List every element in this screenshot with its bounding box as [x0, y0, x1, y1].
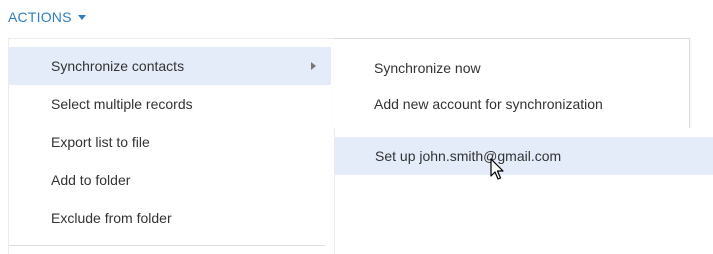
menu-divider — [9, 245, 325, 246]
caret-down-icon — [77, 15, 86, 20]
submenu-item-set-up-account[interactable]: Set up john.smith@gmail.com — [335, 137, 713, 175]
actions-label: ACTIONS — [8, 9, 72, 25]
submenu-item-label: Synchronize now — [374, 60, 481, 76]
synchronize-submenu: Synchronize now Add new account for sync… — [334, 38, 690, 130]
menu-item-export-list-to-file[interactable]: Export list to file — [9, 123, 331, 161]
submenu-item-label: Add new account for synchronization — [374, 96, 603, 112]
menu-item-label: Exclude from folder — [51, 210, 172, 226]
submenu-item-label: Set up john.smith@gmail.com — [375, 148, 562, 164]
menu-item-label: Synchronize contacts — [51, 58, 185, 74]
chevron-right-icon — [311, 62, 316, 70]
actions-dropdown-button[interactable]: ACTIONS — [8, 6, 86, 28]
submenu-item-synchronize-now[interactable]: Synchronize now — [334, 50, 689, 86]
menu-item-add-to-folder[interactable]: Add to folder — [9, 161, 331, 199]
menu-item-synchronize-contacts[interactable]: Synchronize contacts — [9, 47, 331, 85]
menu-item-label: Export list to file — [51, 134, 150, 150]
menu-item-label: Select multiple records — [51, 96, 193, 112]
actions-menu: Synchronize contacts Select multiple rec… — [8, 38, 335, 254]
submenu-item-add-new-account[interactable]: Add new account for synchronization — [334, 86, 689, 122]
menu-item-exclude-from-folder[interactable]: Exclude from folder — [9, 199, 331, 237]
menu-item-label: Add to folder — [51, 172, 131, 188]
menu-item-select-multiple-records[interactable]: Select multiple records — [9, 85, 331, 123]
actions-menu-screen: ACTIONS Synchronize contacts Select mult… — [0, 0, 713, 254]
account-submenu: Set up john.smith@gmail.com — [334, 128, 713, 254]
